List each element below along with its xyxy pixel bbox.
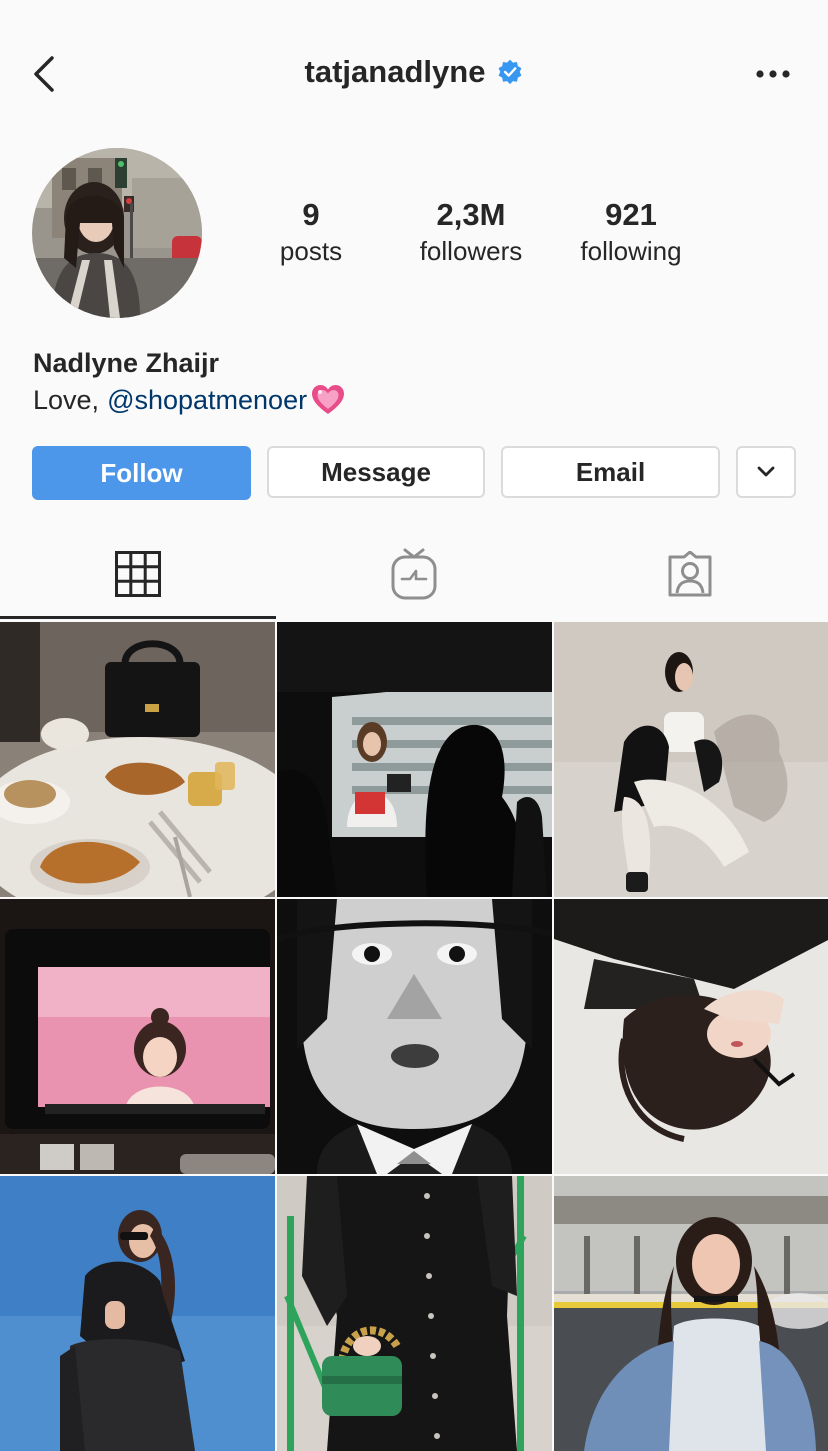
- posts-label: posts: [279, 236, 343, 266]
- verified-badge-icon: [498, 59, 522, 85]
- following-label: following: [580, 236, 682, 266]
- follow-button[interactable]: Follow: [32, 446, 251, 500]
- posts-stat[interactable]: 9 posts: [236, 196, 386, 268]
- ellipsis-icon: [756, 70, 790, 78]
- profile-actions: Follow Message Email: [32, 446, 796, 500]
- heart-emoji-icon: [312, 385, 345, 414]
- profile-header: tatjanadlyne: [0, 0, 828, 150]
- profile-username: tatjanadlyne: [304, 54, 486, 89]
- post-thumbnail-8[interactable]: [277, 1176, 552, 1451]
- following-count: 921: [605, 197, 657, 232]
- grid-icon: [115, 551, 161, 597]
- post-thumbnail-5[interactable]: [277, 899, 552, 1174]
- more-options-button[interactable]: [748, 56, 798, 92]
- suggested-accounts-button[interactable]: [736, 446, 796, 498]
- tagged-icon: [668, 551, 712, 597]
- followers-stat[interactable]: 2,3M followers: [396, 196, 546, 268]
- message-button[interactable]: Message: [267, 446, 485, 498]
- post-thumbnail-9[interactable]: [554, 1176, 828, 1451]
- followers-label: followers: [419, 236, 523, 266]
- post-thumbnail-6[interactable]: [554, 899, 828, 1174]
- tab-igtv[interactable]: [276, 530, 552, 618]
- tab-tagged[interactable]: [552, 530, 828, 618]
- chevron-down-icon: [757, 466, 775, 477]
- bio-text: Love,: [33, 384, 100, 415]
- profile-display-name: Nadlyne Zhaijr: [33, 348, 220, 378]
- igtv-icon: [391, 548, 437, 600]
- following-stat[interactable]: 921 following: [556, 196, 706, 268]
- profile-bio: Love, @shopatmenoer: [33, 384, 345, 416]
- post-thumbnail-4[interactable]: [0, 899, 275, 1174]
- post-thumbnail-3[interactable]: [554, 622, 828, 897]
- profile-tabs: [0, 530, 828, 622]
- profile-avatar[interactable]: [32, 148, 202, 318]
- profile-stats: 9 posts 2,3M followers 921 following: [236, 196, 706, 268]
- post-thumbnail-7[interactable]: [0, 1176, 275, 1451]
- post-thumbnail-1[interactable]: [0, 622, 275, 897]
- followers-count: 2,3M: [436, 197, 506, 232]
- posts-grid: [0, 622, 828, 1451]
- posts-count: 9: [302, 197, 320, 232]
- bio-mention-link[interactable]: @shopatmenoer: [107, 385, 307, 416]
- post-thumbnail-2[interactable]: [277, 622, 552, 897]
- tab-posts-grid[interactable]: [0, 530, 276, 618]
- active-tab-indicator: [0, 616, 276, 619]
- email-button[interactable]: Email: [501, 446, 720, 498]
